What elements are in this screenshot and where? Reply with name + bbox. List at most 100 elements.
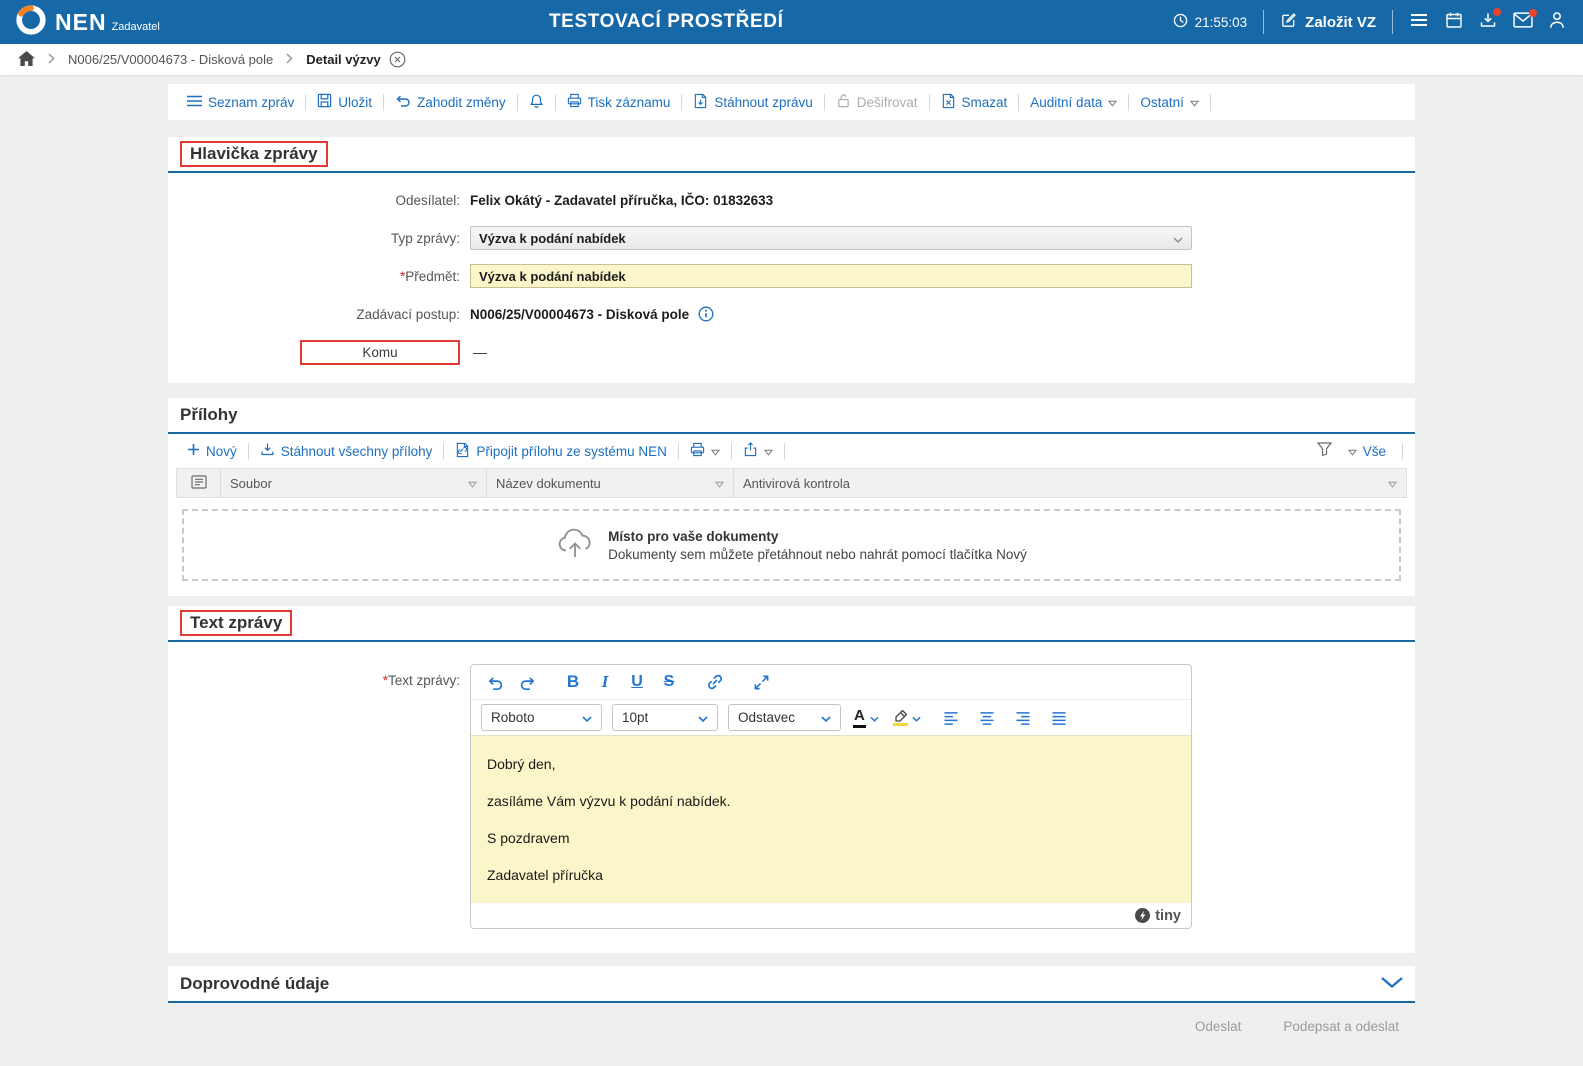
attach-icon [455,442,470,461]
audit-data-button[interactable]: Auditní data [1019,95,1128,110]
editor-redo-button[interactable] [513,669,541,695]
rich-text-editor: B I U S Roboto [470,664,1192,929]
dropzone-title: Místo pro vaše dokumenty [608,529,1027,544]
zadavaci-postup-value: N006/25/V00004673 - Disková pole [470,307,689,322]
notification-badge [1529,9,1537,17]
message-list-button[interactable]: Seznam zpráv [176,95,305,110]
filter-button[interactable] [1317,442,1332,461]
breadcrumb: N006/25/V00004673 - Disková pole Detail … [0,44,1583,75]
user-button[interactable] [1549,11,1565,34]
home-icon [18,51,35,69]
filter-all-button[interactable]: Vše [1344,444,1390,459]
editor-toolbar-row2: Roboto 10pt Odstavec A [471,699,1191,735]
chevron-down-icon [698,710,708,725]
home-button[interactable] [18,51,35,69]
section-message-header: Hlavička zprávy Odesílatel: Felix Okátý … [168,137,1415,383]
unlock-icon [836,93,851,111]
notification-badge [1493,8,1501,16]
delete-button[interactable]: Smazat [930,93,1019,112]
editor-statusbar: tiny [471,903,1191,928]
decrypt-button[interactable]: Dešifrovat [825,93,929,111]
download-message-button[interactable]: Stáhnout zprávu [682,93,823,112]
typ-zpravy-select[interactable]: Výzva k podání nabídek [470,226,1192,250]
editor-strikethrough-button[interactable]: S [655,669,683,695]
close-tab-button[interactable] [389,51,406,68]
breadcrumb-item-current: Detail výzvy [306,51,405,68]
nen-logo[interactable]: NEN Zadavatel [14,3,160,42]
other-actions-button[interactable]: Ostatní [1129,95,1210,110]
sign-and-send-button[interactable]: Podepsat a odeslat [1283,1019,1399,1034]
export-attachments-button[interactable] [732,442,784,460]
editor-fullscreen-button[interactable] [747,669,775,695]
create-vz-button[interactable]: Založit VZ [1280,12,1376,33]
edit-icon [1280,12,1297,33]
documents-dropzone[interactable]: Místo pro vaše dokumenty Dokumenty sem m… [182,509,1401,581]
funnel-icon [1317,442,1332,461]
align-justify-icon[interactable] [1045,705,1073,731]
plus-icon [187,443,200,459]
align-right-icon[interactable] [1009,705,1037,731]
odesilatel-label: Odesílatel: [168,193,460,208]
chevron-down-icon [582,710,592,725]
info-icon[interactable] [698,306,714,322]
editor-bold-button[interactable]: B [559,669,587,695]
download-doc-icon [693,93,708,112]
message-line: Dobrý den, [487,746,1175,783]
editor-underline-button[interactable]: U [623,669,651,695]
attach-from-nen-button[interactable]: Připojit přílohu ze systému NEN [444,442,678,461]
text-color-icon: A [853,707,866,727]
toolbar-separator [784,443,785,460]
print-attachments-button[interactable] [679,442,731,460]
editor-italic-button[interactable]: I [591,669,619,695]
clock-time: 21:55:03 [1195,15,1248,30]
cloud-upload-icon [556,528,594,563]
column-header-soubor[interactable]: Soubor [221,469,487,497]
bell-icon [529,93,544,112]
new-attachment-button[interactable]: Nový [176,443,248,459]
breadcrumb-item-procedure[interactable]: N006/25/V00004673 - Disková pole [68,52,273,67]
editor-link-button[interactable] [701,669,729,695]
undo-icon [395,94,411,110]
tiny-logo[interactable] [1135,908,1150,923]
editor-undo-button[interactable] [481,669,509,695]
text-color-button[interactable]: A [851,707,881,727]
printer-icon [690,442,705,460]
download-all-attachments-button[interactable]: Stáhnout všechny přílohy [249,442,444,460]
predmet-input[interactable] [470,264,1192,288]
save-icon [317,93,332,111]
chevron-down-icon [1173,231,1183,246]
align-left-icon[interactable] [937,705,965,731]
discard-changes-button[interactable]: Zahodit změny [384,94,517,110]
chevron-down-icon [870,709,879,727]
caret-down-icon [1348,444,1357,459]
downloads-button[interactable] [1479,11,1497,34]
align-center-icon[interactable] [973,705,1001,731]
caret-down-icon [1190,95,1199,110]
komu-value: — [473,344,487,360]
block-format-select[interactable]: Odstavec [728,704,841,731]
attachments-toolbar: Nový Stáhnout všechny přílohy Připojit p… [168,434,1415,468]
menu-button[interactable] [1409,12,1429,33]
column-chooser-button[interactable] [177,469,221,497]
topbar-separator [1392,10,1393,34]
tiny-brand-text: tiny [1155,908,1181,924]
section-title-doprovodne-udaje: Doprovodné údaje [180,974,329,994]
column-header-nazev-dokumentu[interactable]: Název dokumentu [487,469,734,497]
highlight-color-button[interactable] [891,709,923,727]
font-family-select[interactable]: Roboto [481,704,602,731]
calendar-icon [1445,11,1463,34]
toolbar-separator [1402,443,1403,460]
print-record-button[interactable]: Tisk záznamu [556,93,682,111]
messages-button[interactable] [1513,12,1533,33]
font-size-select[interactable]: 10pt [612,704,718,731]
menu-icon [1409,12,1429,33]
calendar-button[interactable] [1445,11,1463,34]
notifications-bell-button[interactable] [518,93,555,112]
expand-section-button[interactable] [1381,975,1403,993]
message-text-editable-area[interactable]: Dobrý den, zasíláme Vám výzvu k podání n… [471,735,1191,903]
save-button[interactable]: Uložit [306,93,383,111]
brand-subtitle: Zadavatel [112,21,160,33]
send-button[interactable]: Odeslat [1195,1019,1242,1034]
column-header-antivirova-kontrola[interactable]: Antivirová kontrola [734,469,1406,497]
zadavaci-postup-label: Zadávací postup: [168,307,460,322]
